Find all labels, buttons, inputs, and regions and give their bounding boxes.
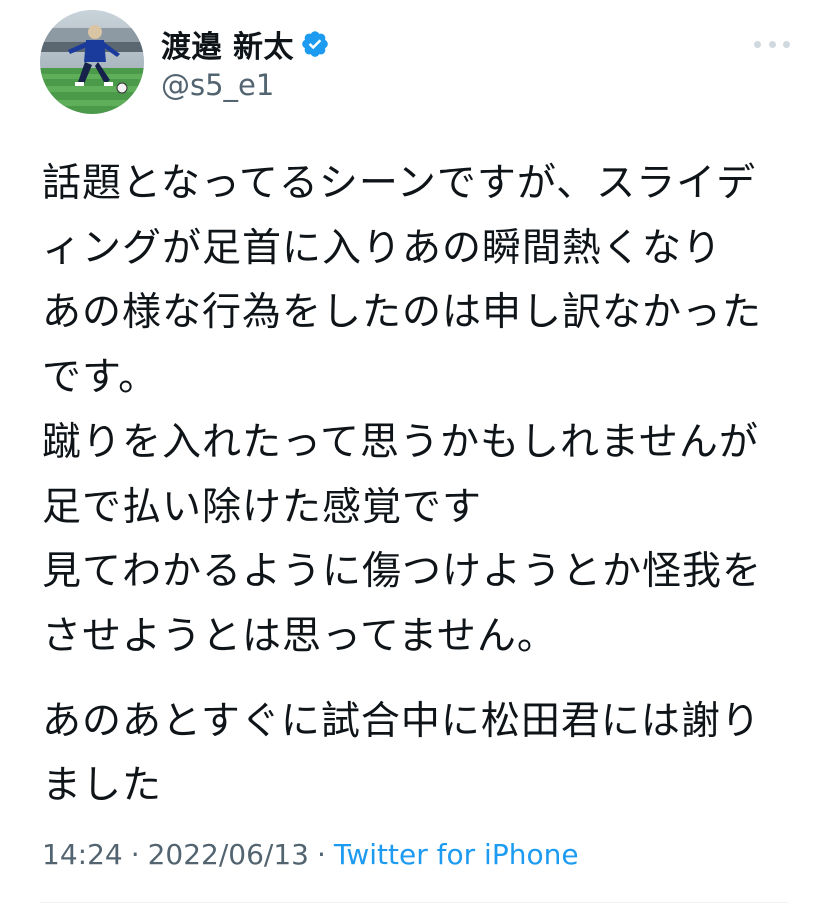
name-row: 渡邉 新太	[161, 22, 330, 66]
author-block[interactable]: 渡邉 新太 @s5_e1	[161, 24, 330, 102]
more-dot	[783, 40, 790, 48]
tweet-source[interactable]: Twitter for iPhone	[334, 838, 579, 871]
more-dot	[768, 40, 776, 48]
more-options-icon[interactable]	[754, 34, 790, 54]
tweet-line: ィングが足首に入りあの瞬間熱くなり	[42, 225, 723, 271]
tweet-line: です。	[42, 355, 159, 401]
tweet-card: 渡邉 新太 @s5_e1 話題となってるシーンですが、スライデ ィングが足首に入…	[0, 0, 828, 920]
more-dot	[754, 40, 761, 48]
display-name[interactable]: 渡邉 新太	[161, 22, 294, 66]
tweet-line: あの様な行為をしたのは申し訳なかった	[42, 290, 763, 336]
tweet-line: させようとは思ってません。	[42, 613, 557, 659]
tweet-date[interactable]: 2022/06/13	[148, 838, 309, 871]
tweet-line: ました	[42, 763, 163, 809]
author-handle[interactable]: @s5_e1	[161, 68, 330, 102]
tweet-header: 渡邉 新太 @s5_e1	[40, 10, 790, 114]
tweet-text: 話題となってるシーンですが、スライデ ィングが足首に入りあの瞬間熱くなり あの様…	[42, 152, 802, 819]
divider	[40, 902, 788, 903]
tweet-line: 蹴りを入れたって思うかもしれませんが	[42, 419, 759, 465]
tweet-line: 見てわかるように傷つけようとか怪我を	[42, 549, 763, 595]
meta-separator: ·	[130, 838, 140, 871]
tweet-line: あのあとすぐに試合中に松田君には謝り	[42, 698, 761, 744]
tweet-line: 足で払い除けた感覚です	[42, 484, 483, 530]
tweet-line: 話題となってるシーンですが、スライデ	[42, 161, 757, 206]
avatar[interactable]	[40, 10, 144, 114]
meta-separator: ·	[317, 838, 326, 871]
tweet-meta: 14:24 · 2022/06/13 · Twitter for iPhone	[42, 838, 579, 871]
tweet-time[interactable]: 14:24	[42, 838, 123, 871]
verified-badge-icon	[300, 29, 330, 59]
